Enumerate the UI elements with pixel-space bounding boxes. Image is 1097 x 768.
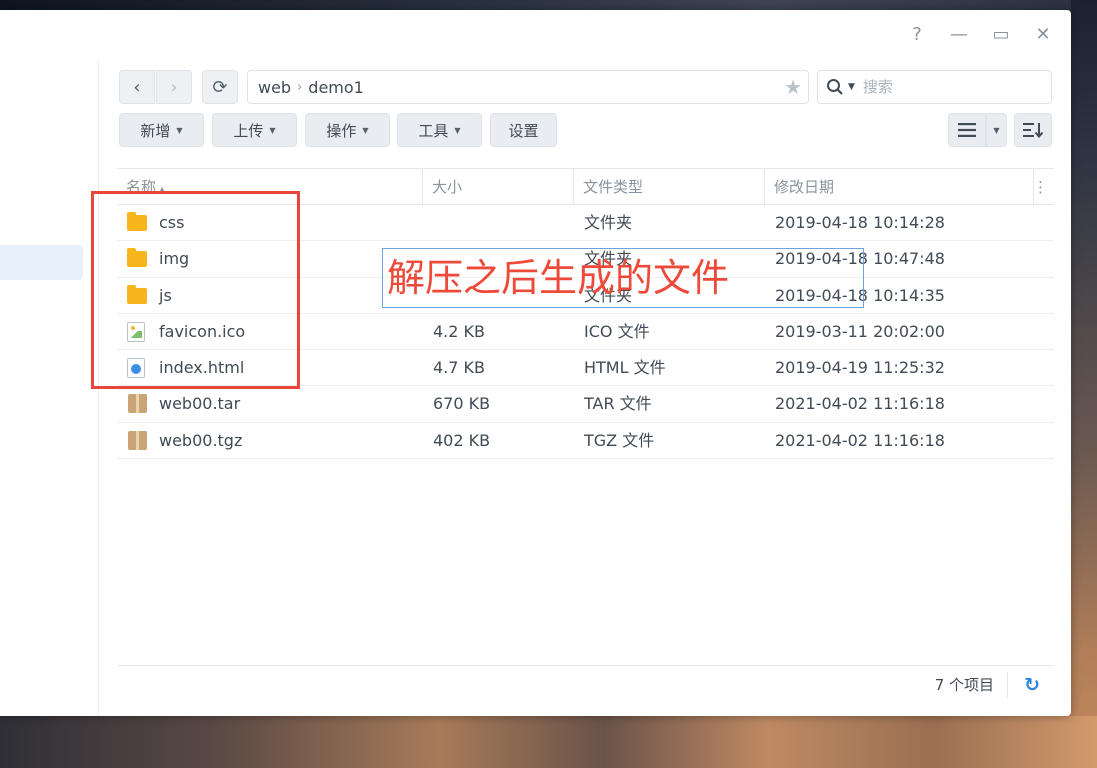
sidebar — [0, 60, 99, 716]
search-dropdown-icon[interactable]: ▼ — [848, 82, 855, 92]
file-type: TAR 文件 — [584, 394, 652, 414]
search-input[interactable] — [862, 78, 1033, 96]
chevron-right-icon: › — [170, 76, 178, 98]
tools-button-label: 工具 — [418, 121, 449, 140]
upload-button[interactable]: 上传 ▼ — [212, 113, 297, 147]
file-modified: 2021-04-02 11:16:18 — [775, 394, 945, 414]
file-modified: 2019-03-11 20:02:00 — [775, 321, 945, 341]
file-name: web00.tar — [159, 394, 241, 414]
file-modified: 2019-04-18 10:14:28 — [775, 213, 945, 232]
minimize-icon[interactable]: — — [949, 24, 969, 46]
tools-button[interactable]: 工具 ▼ — [397, 113, 482, 147]
table-row[interactable]: web00.tgz 402 KB TGZ 文件 2021-04-02 11:16… — [117, 423, 1054, 460]
footer-divider — [1007, 672, 1008, 698]
caret-down-icon: ▼ — [993, 125, 1000, 135]
maximize-icon[interactable]: ▭ — [991, 24, 1011, 46]
chevron-left-icon: ‹ — [133, 76, 141, 98]
archive-icon — [127, 394, 149, 414]
help-icon[interactable]: ? — [907, 24, 927, 46]
file-size: 670 KB — [433, 394, 491, 414]
list-view-button[interactable] — [948, 113, 986, 147]
new-button-label: 新增 — [140, 121, 171, 140]
caret-down-icon: ▼ — [176, 125, 183, 135]
column-header-size[interactable]: 大小 — [423, 169, 573, 205]
refresh-icon[interactable]: ↻ — [1024, 666, 1040, 704]
sidebar-item-selected[interactable] — [0, 245, 83, 280]
new-button[interactable]: 新增 ▼ — [119, 113, 204, 147]
breadcrumb-web[interactable]: web — [258, 78, 291, 97]
caret-down-icon: ▼ — [454, 125, 461, 135]
list-view-icon — [958, 123, 976, 137]
breadcrumb-separator-icon: › — [297, 79, 303, 95]
star-icon[interactable]: ★ — [784, 75, 802, 99]
status-bar: 7 个项目 ↻ — [117, 665, 1054, 706]
file-size: 402 KB — [433, 430, 491, 450]
window-controls: ? — ▭ ✕ — [907, 24, 1053, 46]
forward-button[interactable]: › — [156, 70, 192, 104]
wallpaper-bottom — [0, 716, 1097, 768]
refresh-icon: ⟳ — [212, 76, 228, 98]
file-size: 4.2 KB — [433, 321, 485, 341]
action-button-label: 操作 — [326, 121, 357, 140]
column-header-modified[interactable]: 修改日期 — [765, 169, 1033, 205]
highlight-box — [91, 191, 300, 389]
action-button[interactable]: 操作 ▼ — [305, 113, 390, 147]
column-header-type[interactable]: 文件类型 — [574, 169, 764, 205]
file-type: ICO 文件 — [584, 321, 650, 341]
caret-down-icon: ▼ — [362, 125, 369, 135]
file-type: TGZ 文件 — [584, 430, 655, 450]
column-modified-label: 修改日期 — [774, 178, 835, 196]
file-type: 文件夹 — [584, 213, 633, 232]
close-icon[interactable]: ✕ — [1033, 24, 1053, 46]
annotation-text: 解压之后生成的文件 — [382, 248, 864, 308]
column-size-label: 大小 — [432, 178, 463, 196]
search-icon[interactable] — [826, 78, 844, 96]
wallpaper-right — [1071, 0, 1097, 768]
search-box: ▼ — [817, 70, 1052, 104]
column-menu-icon[interactable]: ⋮ — [1033, 169, 1048, 205]
sort-icon — [1023, 123, 1043, 138]
breadcrumb-demo1[interactable]: demo1 — [308, 78, 364, 97]
back-button[interactable]: ‹ — [119, 70, 155, 104]
table-row[interactable]: web00.tar 670 KB TAR 文件 2021-04-02 11:16… — [117, 386, 1054, 423]
file-modified: 2021-04-02 11:16:18 — [775, 430, 945, 450]
column-type-label: 文件类型 — [583, 178, 644, 196]
file-type: HTML 文件 — [584, 358, 666, 378]
file-size: 4.7 KB — [433, 358, 485, 378]
item-count: 7 个项目 — [934, 676, 994, 694]
settings-button-label: 设置 — [508, 121, 539, 140]
sort-button[interactable] — [1014, 113, 1052, 147]
view-dropdown-button[interactable]: ▼ — [986, 113, 1007, 147]
caret-down-icon: ▼ — [269, 125, 276, 135]
upload-button-label: 上传 — [233, 121, 264, 140]
archive-icon — [127, 430, 149, 451]
refresh-button[interactable]: ⟳ — [202, 70, 238, 104]
path-bar[interactable]: web › demo1 ★ — [247, 70, 809, 104]
settings-button[interactable]: 设置 — [490, 113, 557, 147]
file-modified: 2019-04-19 11:25:32 — [775, 358, 945, 378]
file-name: web00.tgz — [159, 430, 243, 450]
